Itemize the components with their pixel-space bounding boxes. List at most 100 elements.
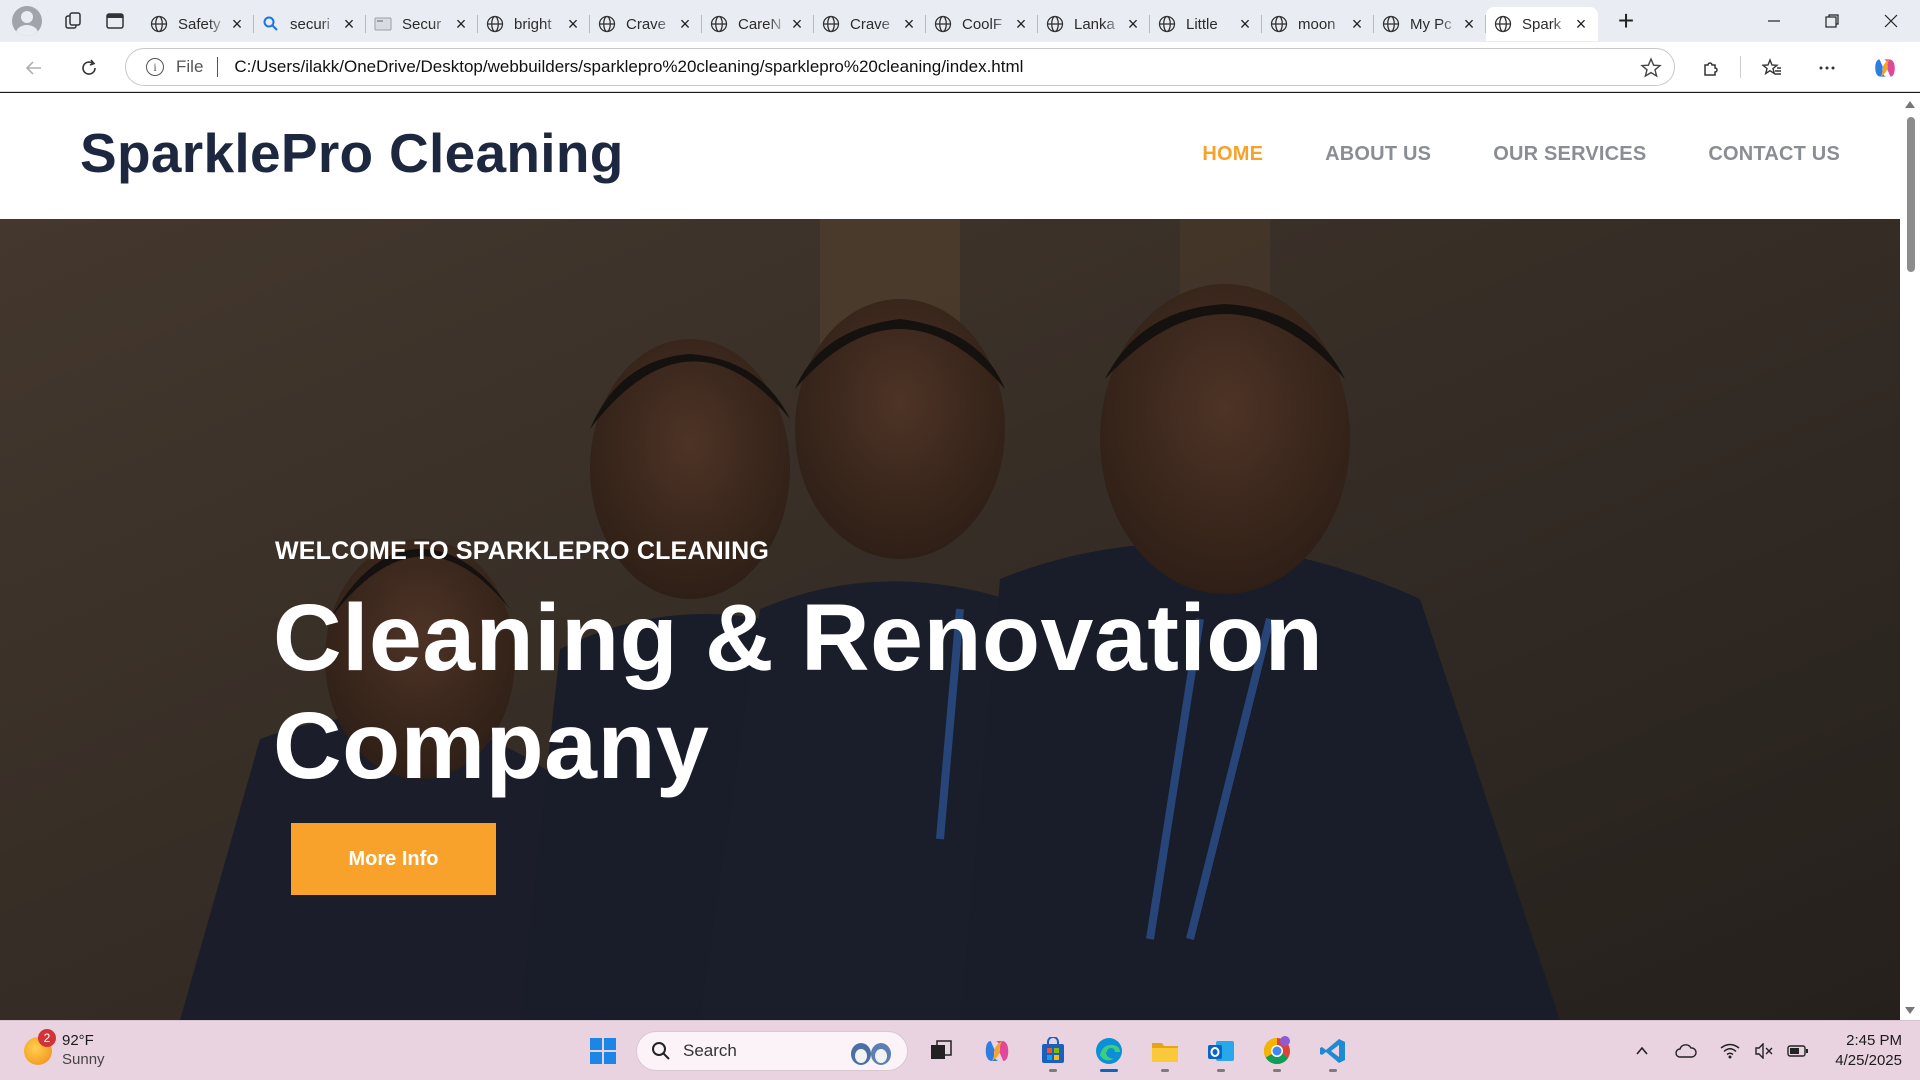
tab-title: bright bbox=[514, 15, 552, 33]
store-icon[interactable] bbox=[1030, 1029, 1076, 1073]
search-icon bbox=[652, 1042, 670, 1060]
hero-section: WELCOME TO SPARKLEPRO CLEANING Cleaning … bbox=[0, 219, 1900, 1020]
toolbar-divider bbox=[1740, 56, 1741, 78]
weather-condition: Sunny bbox=[62, 1051, 105, 1068]
close-tab-icon[interactable]: × bbox=[1124, 14, 1142, 34]
more-menu-icon[interactable] bbox=[1811, 52, 1843, 84]
favorites-icon[interactable] bbox=[1756, 52, 1788, 84]
browser-tab-strip: Safety × securi × Secur × bright × Crave × CareN × C… bbox=[0, 0, 1920, 42]
more-info-button[interactable]: More Info bbox=[291, 823, 496, 895]
globe-icon bbox=[1494, 15, 1512, 33]
browser-tab[interactable]: My Pc × bbox=[1374, 7, 1486, 41]
weather-widget[interactable]: 2 92°F Sunny bbox=[24, 1029, 105, 1069]
main-nav: HOME ABOUT US OUR SERVICES CONTACT US bbox=[1202, 143, 1840, 166]
edge-icon[interactable] bbox=[1086, 1029, 1132, 1073]
vscode-icon[interactable] bbox=[1310, 1029, 1356, 1073]
browser-tab[interactable]: Little × bbox=[1150, 7, 1262, 41]
profile-avatar-icon[interactable] bbox=[12, 6, 42, 36]
browser-toolbar: i File C:/Users/ilakk/OneDrive/Desktop/w… bbox=[0, 42, 1920, 92]
close-tab-icon[interactable]: × bbox=[1572, 14, 1590, 34]
start-button[interactable] bbox=[580, 1029, 626, 1073]
onedrive-icon[interactable] bbox=[1671, 1036, 1701, 1066]
vertical-tabs-icon[interactable] bbox=[94, 0, 136, 42]
favorite-star-icon[interactable] bbox=[1640, 57, 1662, 79]
browser-tab[interactable]: moon × bbox=[1262, 7, 1374, 41]
nav-home[interactable]: HOME bbox=[1202, 143, 1263, 166]
workspaces-icon[interactable] bbox=[52, 0, 94, 42]
site-info-icon[interactable]: i bbox=[146, 58, 164, 76]
sunny-weather-icon: 2 bbox=[24, 1029, 56, 1065]
nav-our-services[interactable]: OUR SERVICES bbox=[1493, 143, 1646, 166]
url-text[interactable]: C:/Users/ilakk/OneDrive/Desktop/webbuild… bbox=[234, 57, 1023, 77]
hero-subtitle: WELCOME TO SPARKLEPRO CLEANING bbox=[275, 537, 769, 565]
taskbar-search[interactable]: Search bbox=[636, 1031, 908, 1071]
nav-about-us[interactable]: ABOUT US bbox=[1325, 143, 1431, 166]
scroll-down-arrow-icon[interactable] bbox=[1905, 1007, 1915, 1014]
globe-icon bbox=[150, 15, 168, 33]
globe-icon bbox=[598, 15, 616, 33]
nav-contact-us[interactable]: CONTACT US bbox=[1708, 143, 1840, 166]
extensions-icon[interactable] bbox=[1695, 52, 1727, 84]
close-tab-icon[interactable]: × bbox=[788, 14, 806, 34]
close-window-button[interactable] bbox=[1862, 0, 1920, 42]
file-explorer-icon[interactable] bbox=[1142, 1029, 1188, 1073]
system-tray: 2:45 PM 4/25/2025 bbox=[1623, 1021, 1902, 1080]
clock-date: 4/25/2025 bbox=[1835, 1052, 1902, 1069]
chevron-up-icon[interactable] bbox=[1627, 1036, 1657, 1066]
clock-time: 2:45 PM bbox=[1846, 1032, 1902, 1049]
close-tab-icon[interactable]: × bbox=[340, 14, 358, 34]
site-brand[interactable]: SparklePro Cleaning bbox=[80, 121, 624, 185]
tab-title: CareN bbox=[738, 15, 782, 33]
refresh-button[interactable] bbox=[73, 52, 105, 84]
tab-title: Spark bbox=[1522, 15, 1562, 33]
browser-tab[interactable]: CoolF × bbox=[926, 7, 1038, 41]
copilot-icon[interactable] bbox=[1869, 52, 1901, 84]
close-tab-icon[interactable]: × bbox=[676, 14, 694, 34]
close-tab-icon[interactable]: × bbox=[1460, 14, 1478, 34]
volume-muted-icon[interactable] bbox=[1749, 1036, 1779, 1066]
globe-icon bbox=[1270, 15, 1288, 33]
browser-tab[interactable]: Spark × bbox=[1486, 7, 1598, 41]
minimize-button[interactable] bbox=[1745, 0, 1803, 42]
back-button[interactable] bbox=[18, 52, 50, 84]
browser-tab[interactable]: Crave × bbox=[814, 7, 926, 41]
page-scrollbar[interactable] bbox=[1900, 93, 1920, 1020]
close-tab-icon[interactable]: × bbox=[228, 14, 246, 34]
search-highlight-icon bbox=[851, 1043, 891, 1065]
page-favicon-icon bbox=[374, 15, 392, 33]
task-view-icon[interactable] bbox=[918, 1029, 964, 1073]
outlook-icon[interactable] bbox=[1198, 1029, 1244, 1073]
scrollbar-thumb[interactable] bbox=[1907, 117, 1915, 272]
globe-icon bbox=[934, 15, 952, 33]
browser-tab[interactable]: securi × bbox=[254, 7, 366, 41]
globe-icon bbox=[1158, 15, 1176, 33]
system-clock[interactable]: 2:45 PM 4/25/2025 bbox=[1835, 1031, 1902, 1071]
restore-button[interactable] bbox=[1803, 0, 1861, 42]
close-tab-icon[interactable]: × bbox=[452, 14, 470, 34]
browser-tab[interactable]: Crave × bbox=[590, 7, 702, 41]
scheme-label: File bbox=[176, 57, 204, 76]
close-tab-icon[interactable]: × bbox=[900, 14, 918, 34]
search-favicon-icon bbox=[262, 15, 280, 33]
weather-temp: 92°F bbox=[62, 1032, 94, 1049]
address-bar[interactable]: i File C:/Users/ilakk/OneDrive/Desktop/w… bbox=[125, 48, 1675, 86]
chrome-icon[interactable] bbox=[1254, 1029, 1300, 1073]
tab-title: CoolF bbox=[962, 15, 1003, 33]
browser-tab[interactable]: Lanka × bbox=[1038, 7, 1150, 41]
close-tab-icon[interactable]: × bbox=[564, 14, 582, 34]
close-tab-icon[interactable]: × bbox=[1012, 14, 1030, 34]
browser-tab[interactable]: bright × bbox=[478, 7, 590, 41]
tab-title: Crave bbox=[850, 15, 891, 33]
battery-icon[interactable] bbox=[1783, 1036, 1813, 1066]
browser-tab[interactable]: Safety × bbox=[142, 7, 254, 41]
browser-tab[interactable]: CareN × bbox=[702, 7, 814, 41]
copilot-app-icon[interactable] bbox=[974, 1029, 1020, 1073]
close-tab-icon[interactable]: × bbox=[1348, 14, 1366, 34]
scroll-up-arrow-icon[interactable] bbox=[1905, 101, 1915, 108]
wifi-icon[interactable] bbox=[1715, 1036, 1745, 1066]
globe-icon bbox=[1382, 15, 1400, 33]
close-tab-icon[interactable]: × bbox=[1236, 14, 1254, 34]
new-tab-button[interactable]: + bbox=[1606, 4, 1646, 38]
browser-tab[interactable]: Secur × bbox=[366, 7, 478, 41]
hero-title: Cleaning & Renovation Company bbox=[273, 585, 1324, 799]
